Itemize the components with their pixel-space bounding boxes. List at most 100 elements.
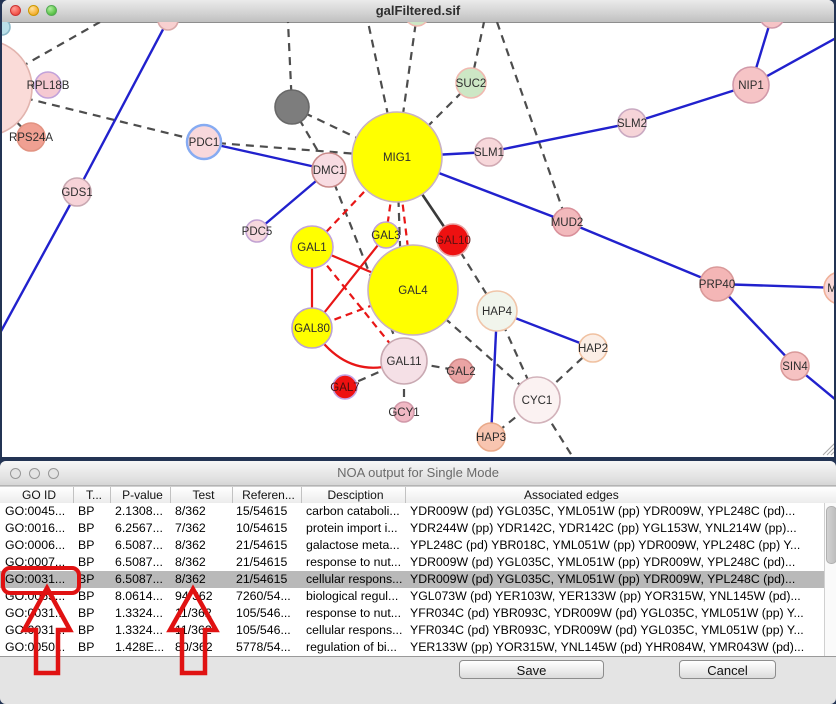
scrollbar-thumb[interactable] (826, 506, 836, 564)
cell: 6.5087... (111, 571, 171, 588)
cell: BP (74, 554, 111, 571)
edge-GDS1-aGDSend[interactable] (2, 192, 77, 333)
table-row-7[interactable]: GO:0031...BP1.3324...11/362105/546...res… (0, 605, 836, 622)
node-label-DMC1: DMC1 (313, 165, 346, 177)
cell: 94/362 (171, 588, 233, 605)
cell: 8/362 (171, 503, 233, 520)
column-header-go-id[interactable]: GO ID (0, 487, 74, 503)
node-label-MIG1: MIG1 (383, 152, 411, 164)
cell: BP (74, 622, 111, 639)
cell: GO:0031... (0, 605, 74, 622)
resize-grip[interactable] (831, 451, 834, 455)
node-label-PRP40: PRP40 (699, 279, 735, 291)
node-top-cut-pink[interactable] (158, 22, 178, 30)
node-label-GAL10: GAL10 (435, 235, 471, 247)
cell: 8.0614... (111, 588, 171, 605)
cell: YFR034C (pd) YBR093C, YDR009W (pd) YGL03… (406, 622, 836, 639)
cell: 8/362 (171, 571, 233, 588)
node-label-SIN4: SIN4 (782, 361, 808, 373)
table-row-1[interactable]: GO:0045...BP2.1308...8/36215/54615carbon… (0, 503, 836, 520)
cell: 1.3324... (111, 622, 171, 639)
cell: GO:0050... (0, 639, 74, 656)
network-canvas[interactable]: RPL18BRPS24AGDS1PDC1MIG1SUC2SLM1SLM2NIP1… (2, 22, 834, 457)
column-header-referen[interactable]: Referen... (233, 487, 302, 503)
node-label-GCY1: GCY1 (388, 407, 419, 419)
table-row-4[interactable]: GO:0007...BP6.5087...8/36221/54615respon… (0, 554, 836, 571)
cell: BP (74, 588, 111, 605)
edge-MUD2-PRP40[interactable] (567, 222, 717, 284)
cell: response to nut... (302, 554, 406, 571)
cell: GO:0016... (0, 520, 74, 537)
noa-titlebar[interactable]: NOA output for Single Mode (0, 461, 836, 486)
edge-SLM1-SLM2[interactable] (489, 123, 632, 152)
cell: BP (74, 571, 111, 588)
cell: YDR009W (pd) YGL035C, YML051W (pp) YDR00… (406, 571, 836, 588)
cell: YGL073W (pd) YER103W, YER133W (pp) YOR31… (406, 588, 836, 605)
column-header-t[interactable]: T... (74, 487, 111, 503)
node-label-GAL80: GAL80 (294, 323, 330, 335)
node-label-RPS24A: RPS24A (9, 132, 53, 144)
node-label-RPL18B: RPL18B (27, 80, 70, 92)
edge-aMudTop-MUD2[interactable] (497, 22, 567, 222)
node-cyan-corner[interactable] (2, 22, 10, 35)
table-row-5[interactable]: GO:0031...BP6.5087...8/36221/54615cellul… (0, 571, 836, 588)
network-titlebar[interactable]: galFiltered.sif (2, 0, 834, 23)
cancel-button[interactable]: Cancel (679, 660, 776, 679)
cell: BP (74, 537, 111, 554)
cell: 8/362 (171, 554, 233, 571)
node-topright-cut[interactable] (760, 22, 784, 28)
cell: response to nut... (302, 605, 406, 622)
cell: YDR009W (pd) YGL035C, YML051W (pp) YDR00… (406, 503, 836, 520)
cell: 105/546... (233, 622, 302, 639)
noa-window-title: NOA output for Single Mode (0, 461, 836, 485)
cell: 7/362 (171, 520, 233, 537)
noa-window: NOA output for Single Mode GO IDT...P-va… (0, 461, 836, 704)
table-body: GO:0045...BP2.1308...8/36215/54615carbon… (0, 503, 836, 657)
cell: carbon cataboli... (302, 503, 406, 520)
table-row-6[interactable]: GO:0065...BP8.0614...94/3627260/54...bio… (0, 588, 836, 605)
cell: 7260/54... (233, 588, 302, 605)
cell: 5778/54... (233, 639, 302, 656)
cell: YER133W (pp) YOR315W, YNL145W (pd) YHR08… (406, 639, 836, 656)
cell: 21/54615 (233, 537, 302, 554)
cell: 11/362 (171, 622, 233, 639)
cell: 15/54615 (233, 503, 302, 520)
node-label-CYC1: CYC1 (522, 395, 553, 407)
network-window: galFiltered.sif RPL18BRPS24AGDS1PDC1MIG1… (2, 0, 834, 457)
cell: regulation of bi... (302, 639, 406, 656)
node-label-GAL3: GAL3 (371, 230, 400, 242)
save-button[interactable]: Save (459, 660, 604, 679)
column-header-desciption[interactable]: Desciption (302, 487, 406, 503)
cell: 6.2567... (111, 520, 171, 537)
vertical-scrollbar[interactable] (824, 503, 836, 656)
column-header-p-value[interactable]: P-value (111, 487, 171, 503)
node-label-GAL7: GAL7 (330, 382, 359, 394)
node-label-HAP3: HAP3 (476, 432, 506, 444)
cell: 8/362 (171, 537, 233, 554)
node-top-cut-green[interactable] (405, 22, 429, 26)
cell: 11/362 (171, 605, 233, 622)
table-row-2[interactable]: GO:0016...BP6.2567...7/36210/54615protei… (0, 520, 836, 537)
node-label-GAL4: GAL4 (398, 285, 428, 297)
node-gray-node[interactable] (275, 90, 309, 124)
cell: GO:0065... (0, 588, 74, 605)
cell: 6.5087... (111, 554, 171, 571)
edge-top-cut-pink-GDS1[interactable] (77, 22, 168, 192)
node-label-PDC5: PDC5 (242, 226, 273, 238)
column-header-test[interactable]: Test (171, 487, 233, 503)
node-label-SLM1: SLM1 (474, 147, 504, 159)
cell: 80/362 (171, 639, 233, 656)
cell: GO:0045... (0, 503, 74, 520)
table-row-9[interactable]: GO:0050...BP1.428E...80/3625778/54...reg… (0, 639, 836, 656)
cell: GO:0031... (0, 622, 74, 639)
node-label-SUC2: SUC2 (456, 78, 487, 90)
table-row-8[interactable]: GO:0031...BP1.3324...11/362105/546...cel… (0, 622, 836, 639)
table-row-3[interactable]: GO:0006...BP6.5087...8/36221/54615galact… (0, 537, 836, 554)
column-header-associated-edges[interactable]: Associated edges (406, 487, 836, 503)
button-bar: Save Cancel (0, 657, 836, 704)
table-header[interactable]: GO IDT...P-valueTestReferen...Desciption… (0, 486, 836, 504)
cell: GO:0007... (0, 554, 74, 571)
cell: YDR009W (pd) YGL035C, YML051W (pp) YDR00… (406, 554, 836, 571)
cell: cellular respons... (302, 622, 406, 639)
cell: YPL248C (pd) YBR018C, YML051W (pp) YDR00… (406, 537, 836, 554)
